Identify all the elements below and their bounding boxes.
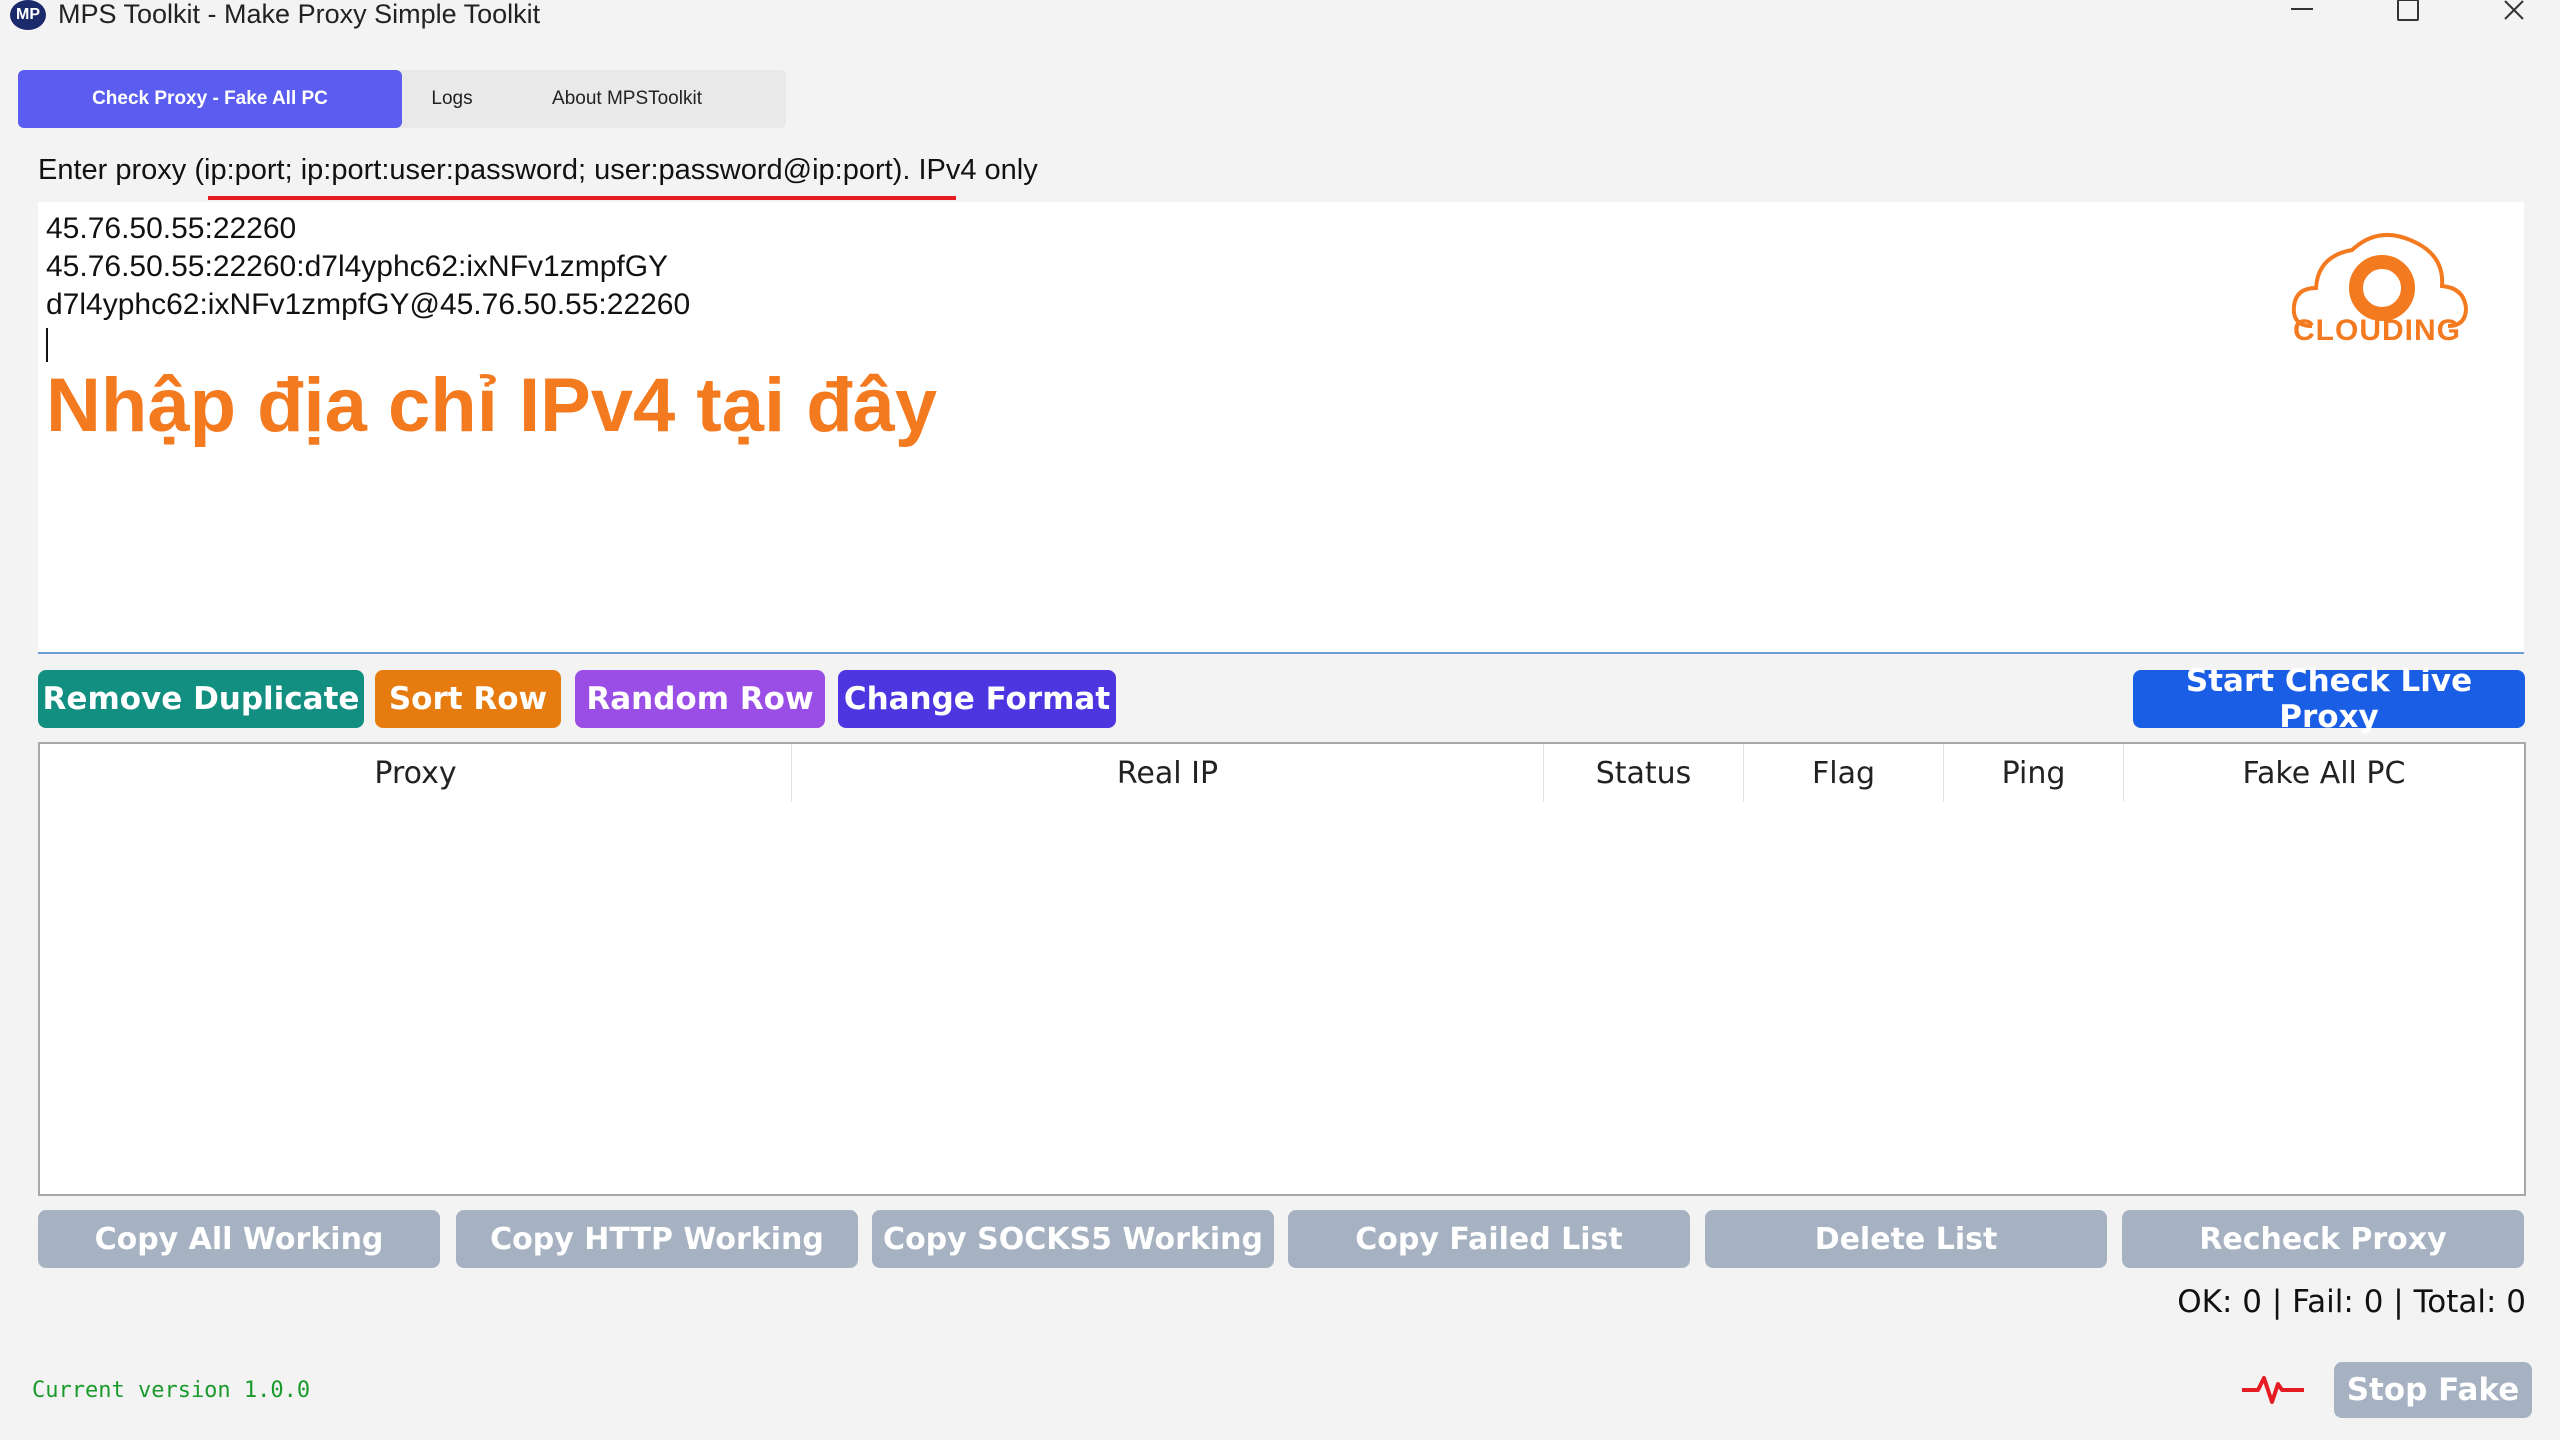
window-title: MPS Toolkit - Make Proxy Simple Toolkit: [58, 0, 541, 29]
proxy-line: 45.76.50.55:22260: [46, 212, 297, 245]
table-header: Proxy Real IP Status Flag Ping Fake All …: [40, 744, 2524, 802]
app-logo-icon: MP: [10, 0, 46, 30]
tab-about[interactable]: About MPSToolkit: [502, 70, 752, 128]
proxy-input-lines: 45.76.50.55:22260 45.76.50.55:22260:d7l4…: [46, 210, 690, 362]
start-check-button[interactable]: Start Check Live Proxy: [2133, 663, 2525, 735]
stats-counter: OK: 0 | Fail: 0 | Total: 0: [2177, 1284, 2526, 1320]
minimize-icon: [2291, 8, 2313, 10]
proxy-line: d7l4yphc62:ixNFv1zmpfGY@45.76.50.55:2226…: [46, 288, 691, 321]
annotation-overlay-text: Nhập địa chỉ IPv4 tại đây: [46, 363, 938, 448]
copy-all-working-button[interactable]: Copy All Working: [38, 1210, 440, 1268]
proxy-line: 45.76.50.55:22260:d7l4yphc62:ixNFv1zmpfG…: [46, 250, 669, 283]
minimize-button[interactable]: [2272, 0, 2332, 34]
recheck-proxy-button[interactable]: Recheck Proxy: [2122, 1210, 2524, 1268]
copy-http-working-button[interactable]: Copy HTTP Working: [456, 1210, 858, 1268]
brand-logo: CLOUDING: [2282, 226, 2472, 356]
sort-row-button[interactable]: Sort Row: [375, 670, 561, 728]
random-row-button[interactable]: Random Row: [575, 670, 825, 728]
remove-duplicate-button[interactable]: Remove Duplicate: [38, 670, 364, 728]
tab-logs[interactable]: Logs: [402, 70, 502, 128]
brand-text: CLOUDING: [2293, 314, 2461, 347]
column-header-status[interactable]: Status: [1544, 744, 1744, 802]
column-header-ping[interactable]: Ping: [1944, 744, 2124, 802]
close-button[interactable]: [2484, 0, 2544, 34]
pulse-icon: [2242, 1376, 2304, 1404]
results-table[interactable]: Proxy Real IP Status Flag Ping Fake All …: [38, 742, 2526, 1196]
tab-bar: Check Proxy - Fake All PC Logs About MPS…: [18, 70, 786, 128]
close-icon: [2504, 0, 2524, 20]
title-bar: MP MPS Toolkit - Make Proxy Simple Toolk…: [0, 0, 2560, 46]
maximize-button[interactable]: [2378, 0, 2438, 34]
proxy-instruction-label: Enter proxy (ip:port; ip:port:user:passw…: [38, 154, 1038, 186]
delete-list-button[interactable]: Delete List: [1705, 1210, 2107, 1268]
change-format-button[interactable]: Change Format: [838, 670, 1116, 728]
copy-failed-list-button[interactable]: Copy Failed List: [1288, 1210, 1690, 1268]
tab-check-proxy[interactable]: Check Proxy - Fake All PC: [18, 70, 402, 128]
proxy-input[interactable]: 45.76.50.55:22260 45.76.50.55:22260:d7l4…: [38, 202, 2524, 654]
app-window: MP MPS Toolkit - Make Proxy Simple Toolk…: [0, 0, 2560, 1440]
column-header-proxy[interactable]: Proxy: [40, 744, 792, 802]
column-header-flag[interactable]: Flag: [1744, 744, 1944, 802]
version-label: Current version 1.0.0: [32, 1378, 311, 1403]
annotation-underline: [208, 196, 956, 200]
copy-socks5-working-button[interactable]: Copy SOCKS5 Working: [872, 1210, 1274, 1268]
column-header-real-ip[interactable]: Real IP: [792, 744, 1544, 802]
stop-fake-button[interactable]: Stop Fake: [2334, 1362, 2532, 1418]
maximize-icon: [2397, 0, 2419, 21]
text-caret: [46, 328, 48, 362]
column-header-fake-all-pc[interactable]: Fake All PC: [2124, 744, 2524, 802]
